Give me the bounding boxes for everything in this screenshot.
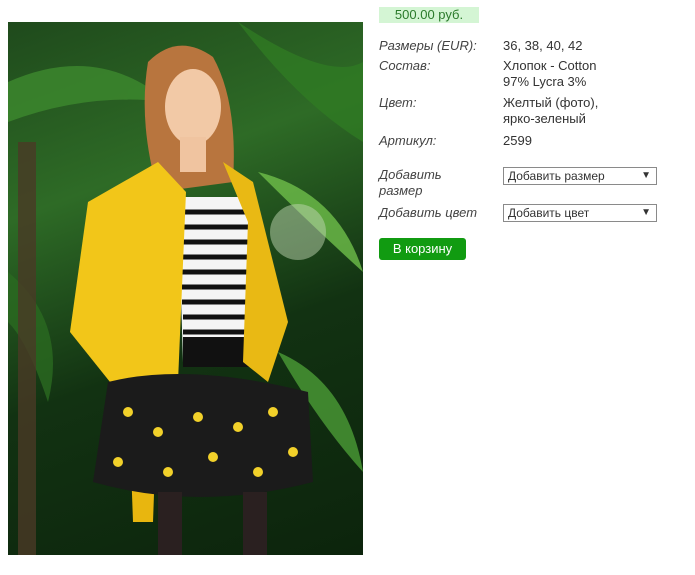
add-color-select-value: Добавить цвет [508, 206, 590, 220]
spec-sizes-value: 36, 38, 40, 42 [503, 38, 583, 53]
spec-composition-value-line2: 97% Lycra 3% [503, 74, 587, 89]
price-badge: 500.00 руб. [379, 7, 479, 23]
spec-composition-label: Состав: [379, 58, 431, 73]
add-to-cart-button[interactable]: В корзину [379, 238, 466, 260]
dropdown-arrow-icon: ▼ [641, 170, 651, 181]
add-color-label: Добавить цвет [379, 205, 478, 220]
add-size-select-value: Добавить размер [508, 169, 605, 183]
add-size-label-line1: Добавить [379, 167, 442, 182]
spec-sizes-label: Размеры (EUR): [379, 38, 477, 53]
add-size-label-line2: размер [379, 183, 423, 198]
add-size-select[interactable]: Добавить размер ▼ [503, 167, 657, 185]
spec-color-value-line1: Желтый (фото), [503, 95, 599, 110]
spec-color-value-line2: ярко-зеленый [503, 111, 586, 126]
spec-color-label: Цвет: [379, 95, 417, 110]
spec-article-label: Артикул: [379, 133, 437, 148]
product-photo [8, 22, 363, 555]
add-color-select[interactable]: Добавить цвет ▼ [503, 204, 657, 222]
spec-article-value: 2599 [503, 133, 532, 148]
spec-composition-value-line1: Хлопок - Cotton [503, 58, 597, 73]
dropdown-arrow-icon: ▼ [641, 207, 651, 218]
